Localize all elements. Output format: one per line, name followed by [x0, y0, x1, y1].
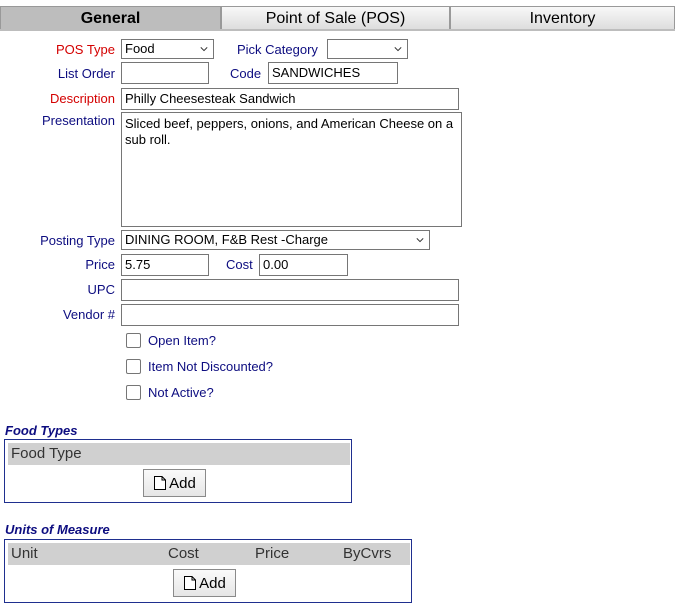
pick-category-select[interactable]: [327, 39, 408, 59]
chevron-down-icon: [416, 238, 424, 243]
code-input[interactable]: SANDWICHES: [268, 62, 398, 84]
list-order-input[interactable]: [121, 62, 209, 84]
price-column-header: Price: [255, 545, 290, 562]
pos-type-select[interactable]: Food: [121, 39, 214, 59]
not-discounted-checkbox[interactable]: [126, 359, 141, 374]
tab-general[interactable]: General: [0, 6, 221, 30]
tab-inventory[interactable]: Inventory: [450, 6, 675, 30]
units-of-measure-title: Units of Measure: [5, 522, 110, 537]
tab-pos-label: Point of Sale (POS): [265, 9, 406, 27]
new-document-icon: [184, 576, 197, 590]
list-order-label: List Order: [57, 66, 115, 81]
unit-column-header: Unit: [11, 545, 38, 562]
open-item-label: Open Item?: [148, 333, 216, 348]
cost-label: Cost: [226, 257, 253, 272]
bycvrs-column-header: ByCvrs: [343, 545, 392, 562]
food-types-title: Food Types: [5, 423, 78, 438]
upc-input[interactable]: [121, 279, 459, 301]
tab-inventory-label: Inventory: [529, 9, 596, 27]
vendor-label: Vendor #: [62, 307, 115, 322]
tab-general-label: General: [80, 9, 141, 27]
description-input[interactable]: Philly Cheesesteak Sandwich: [121, 88, 459, 110]
food-type-column-header: Food Type: [11, 445, 82, 462]
pos-type-label: POS Type: [55, 42, 115, 57]
food-types-panel: Food Type Add: [4, 439, 352, 503]
not-discounted-label: Item Not Discounted?: [148, 359, 274, 374]
chevron-down-icon: [394, 47, 402, 52]
posting-type-value: DINING ROOM, F&B Rest -Charge: [125, 232, 328, 247]
vendor-input[interactable]: [121, 304, 459, 326]
not-active-label: Not Active?: [148, 385, 214, 400]
new-document-icon: [154, 476, 167, 490]
not-active-checkbox[interactable]: [126, 385, 141, 400]
chevron-down-icon: [200, 47, 208, 52]
price-label: Price: [85, 257, 115, 272]
units-header: Unit Cost Price ByCvrs: [8, 543, 410, 565]
food-types-header: Food Type: [8, 443, 350, 465]
units-panel: Unit Cost Price ByCvrs Add: [4, 539, 412, 603]
upc-label: UPC: [87, 282, 115, 297]
pick-category-label: Pick Category: [237, 42, 318, 57]
add-unit-label: Add: [199, 574, 226, 592]
cost-column-header: Cost: [168, 545, 199, 562]
posting-type-select[interactable]: DINING ROOM, F&B Rest -Charge: [121, 230, 430, 250]
cost-input[interactable]: 0.00: [259, 254, 348, 276]
add-food-type-label: Add: [169, 474, 196, 492]
add-food-type-button[interactable]: Add: [143, 469, 206, 497]
posting-type-label: Posting Type: [40, 233, 115, 248]
presentation-textarea[interactable]: Sliced beef, peppers, onions, and Americ…: [121, 112, 462, 227]
code-label: Code: [230, 66, 262, 81]
add-unit-button[interactable]: Add: [173, 569, 236, 597]
pos-type-value: Food: [125, 41, 155, 56]
description-label: Description: [49, 91, 115, 106]
tab-point-of-sale[interactable]: Point of Sale (POS): [221, 6, 450, 30]
presentation-label: Presentation: [42, 113, 115, 128]
price-input[interactable]: 5.75: [121, 254, 209, 276]
open-item-checkbox[interactable]: [126, 333, 141, 348]
tab-underline: [0, 29, 675, 31]
